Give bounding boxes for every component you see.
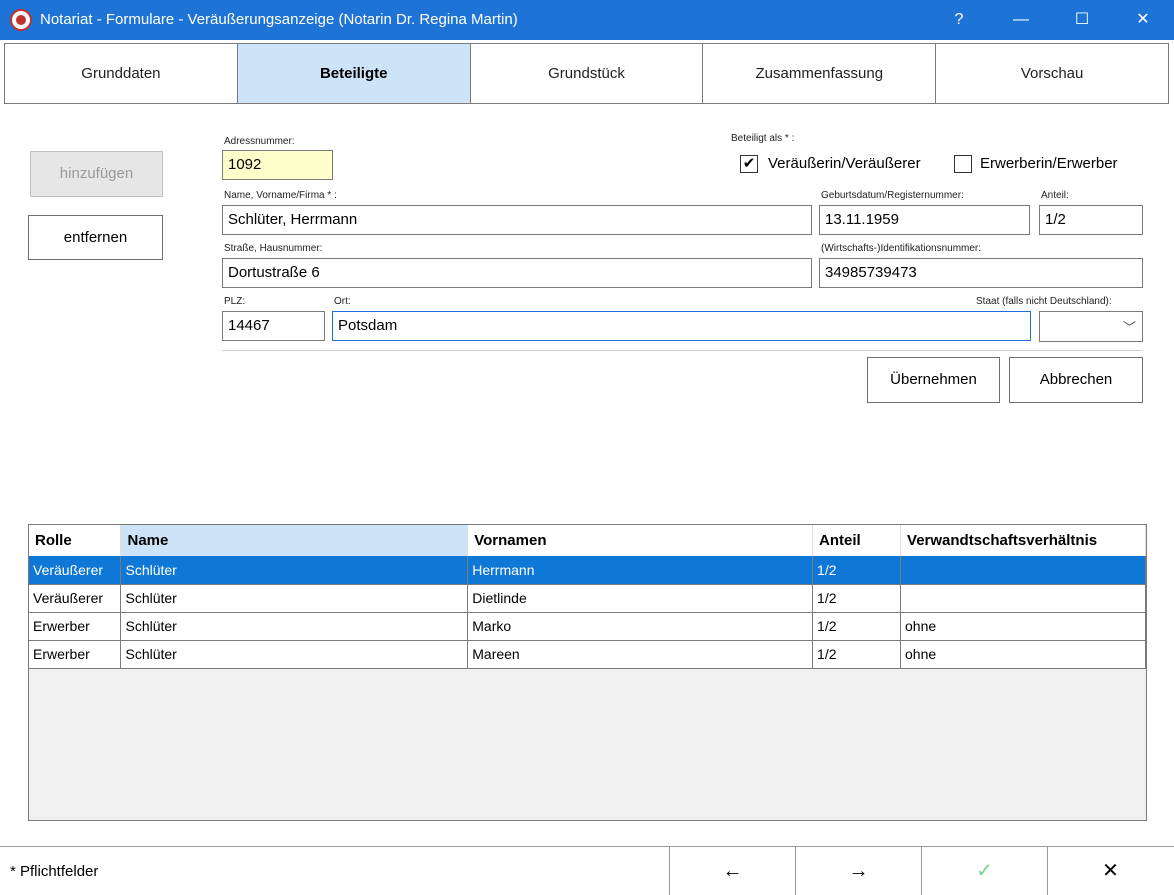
tab-grundstueck[interactable]: Grundstück bbox=[471, 44, 704, 103]
tab-beteiligte[interactable]: Beteiligte bbox=[237, 44, 471, 103]
zip-label: PLZ: bbox=[224, 296, 246, 307]
add-button[interactable]: hinzufügen bbox=[30, 151, 163, 197]
maximize-button[interactable]: ☐ bbox=[1059, 0, 1105, 40]
cell-name: Schlüter bbox=[120, 584, 469, 613]
cell-firstnames: Marko bbox=[467, 612, 814, 641]
column-header-share[interactable]: Anteil bbox=[812, 525, 902, 556]
window-title: Notariat - Formulare - Veräußerungsanzei… bbox=[40, 11, 518, 28]
country-select[interactable]: ﹀ bbox=[1039, 311, 1143, 342]
address-number-label: Adressnummer: bbox=[224, 136, 295, 147]
column-header-relation[interactable]: Verwandtschaftsverhältnis bbox=[900, 525, 1146, 556]
tab-zusammenfassung[interactable]: Zusammenfassung bbox=[703, 44, 937, 103]
column-header-name[interactable]: Name bbox=[120, 525, 469, 556]
tab-bar: Grunddaten Beteiligte Grundstück Zusamme… bbox=[4, 43, 1169, 104]
table-header: Rolle Name Vornamen Anteil Verwandtschaf… bbox=[29, 525, 1146, 556]
back-arrow-button[interactable]: ← bbox=[669, 847, 795, 895]
cell-role: Veräußerer bbox=[29, 556, 122, 585]
share-label: Anteil: bbox=[1041, 190, 1069, 201]
title-bar: Notariat - Formulare - Veräußerungsanzei… bbox=[0, 0, 1174, 40]
birthdate-field[interactable]: 13.11.1959 bbox=[819, 205, 1030, 235]
divider bbox=[222, 350, 1143, 351]
role-label: Beteiligt als * : bbox=[731, 133, 795, 144]
required-fields-note: * Pflichtfelder bbox=[10, 863, 99, 880]
cell-share: 1/2 bbox=[812, 584, 902, 613]
zip-field[interactable]: 14467 bbox=[222, 311, 325, 341]
street-field[interactable]: Dortustraße 6 bbox=[222, 258, 812, 288]
forward-arrow-button[interactable]: → bbox=[795, 847, 921, 895]
column-header-role[interactable]: Rolle bbox=[29, 525, 122, 556]
table-row[interactable]: Veräußerer Schlüter Dietlinde 1/2 bbox=[29, 584, 1146, 613]
cancel-button[interactable]: Abbrechen bbox=[1009, 357, 1143, 403]
bottom-bar: * Pflichtfelder ← → ✓ ✕ bbox=[0, 846, 1174, 895]
confirm-check-button[interactable]: ✓ bbox=[921, 847, 1047, 895]
cell-role: Veräußerer bbox=[29, 584, 122, 613]
cell-firstnames: Mareen bbox=[467, 640, 814, 669]
cell-firstnames: Herrmann bbox=[467, 556, 814, 585]
column-header-firstnames[interactable]: Vornamen bbox=[467, 525, 814, 556]
cell-share: 1/2 bbox=[812, 640, 902, 669]
taxid-label: (Wirtschafts-)Identifikationsnummer: bbox=[821, 243, 982, 254]
buyer-checkbox-label: Erwerberin/Erwerber bbox=[980, 155, 1118, 172]
cell-share: 1/2 bbox=[812, 612, 902, 641]
cell-role: Erwerber bbox=[29, 612, 122, 641]
share-field[interactable]: 1/2 bbox=[1039, 205, 1143, 235]
table-row[interactable]: Erwerber Schlüter Mareen 1/2 ohne bbox=[29, 640, 1146, 669]
cell-share: 1/2 bbox=[812, 556, 902, 585]
table-row[interactable]: Veräußerer Schlüter Herrmann 1/2 bbox=[29, 556, 1146, 585]
close-window-button[interactable]: ✕ bbox=[1120, 0, 1166, 40]
address-number-field[interactable]: 1092 bbox=[222, 150, 333, 180]
city-label: Ort: bbox=[334, 296, 351, 307]
tab-vorschau[interactable]: Vorschau bbox=[936, 44, 1168, 103]
accept-button[interactable]: Übernehmen bbox=[867, 357, 1000, 403]
name-field[interactable]: Schlüter, Herrmann bbox=[222, 205, 812, 235]
taxid-field[interactable]: 34985739473 bbox=[819, 258, 1143, 288]
app-logo-icon bbox=[10, 9, 32, 31]
buyer-checkbox[interactable] bbox=[954, 155, 972, 173]
cell-relation bbox=[900, 556, 1146, 585]
remove-button[interactable]: entfernen bbox=[28, 215, 163, 260]
cell-role: Erwerber bbox=[29, 640, 122, 669]
birthdate-label: Geburtsdatum/Registernummer: bbox=[821, 190, 964, 201]
minimize-button[interactable]: — bbox=[998, 0, 1044, 40]
help-button[interactable]: ? bbox=[936, 0, 982, 40]
name-label: Name, Vorname/Firma * : bbox=[224, 190, 337, 201]
tab-grunddaten[interactable]: Grunddaten bbox=[5, 44, 238, 103]
cell-relation: ohne bbox=[900, 612, 1146, 641]
cell-name: Schlüter bbox=[120, 640, 469, 669]
close-form-button[interactable]: ✕ bbox=[1047, 847, 1173, 895]
chevron-down-icon: ﹀ bbox=[1122, 320, 1136, 335]
city-field[interactable]: Potsdam bbox=[332, 311, 1031, 341]
participants-table: Rolle Name Vornamen Anteil Verwandtschaf… bbox=[28, 524, 1147, 821]
street-label: Straße, Hausnummer: bbox=[224, 243, 323, 254]
seller-checkbox[interactable]: ✔ bbox=[740, 155, 758, 173]
cell-name: Schlüter bbox=[120, 612, 469, 641]
cell-firstnames: Dietlinde bbox=[467, 584, 814, 613]
seller-checkbox-label: Veräußerin/Veräußerer bbox=[768, 155, 921, 172]
table-row[interactable]: Erwerber Schlüter Marko 1/2 ohne bbox=[29, 612, 1146, 641]
cell-relation bbox=[900, 584, 1146, 613]
country-label: Staat (falls nicht Deutschland): bbox=[976, 296, 1112, 307]
cell-name: Schlüter bbox=[120, 556, 469, 585]
cell-relation: ohne bbox=[900, 640, 1146, 669]
